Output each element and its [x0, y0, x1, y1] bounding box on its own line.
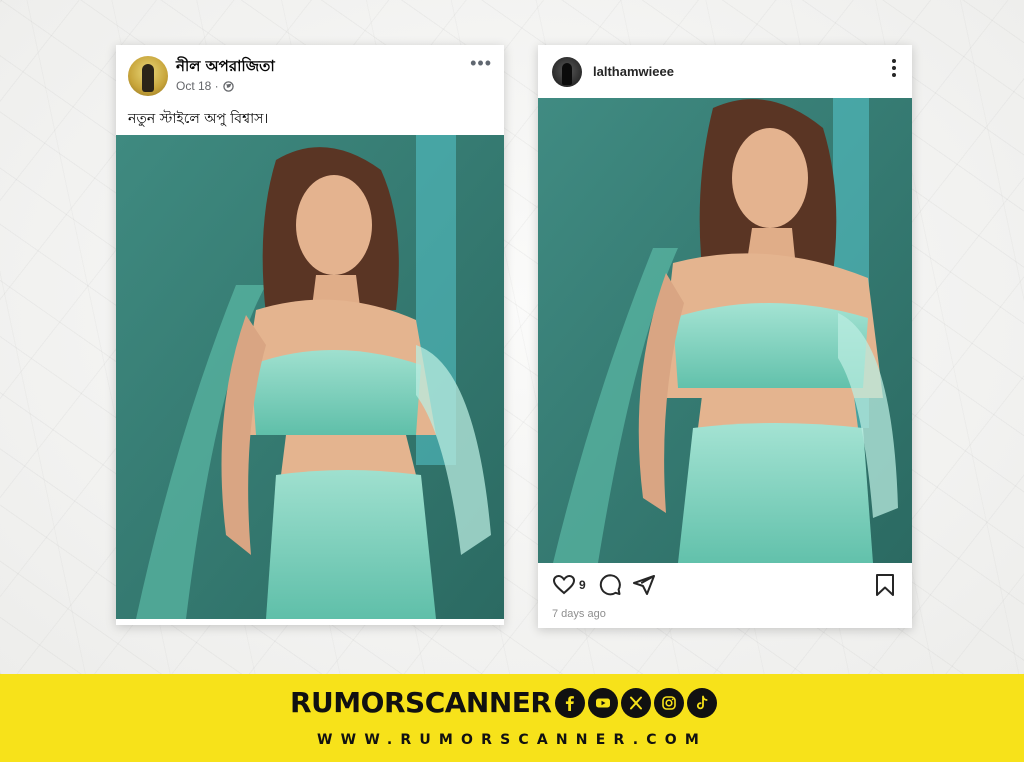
website-url[interactable]: WWW.RUMORSCANNER.COM	[0, 732, 1024, 748]
post-timestamp: 7 days ago	[552, 608, 606, 620]
brand-row: RUMORSCANNER	[290, 686, 718, 719]
instagram-post-card: lalthamwieee 9 7 days ago	[538, 45, 912, 628]
avatar[interactable]	[552, 57, 582, 87]
tiktok-icon[interactable]	[687, 687, 718, 718]
globe-icon	[222, 80, 234, 92]
share-icon[interactable]	[632, 573, 656, 597]
avatar[interactable]	[128, 56, 168, 96]
youtube-icon[interactable]	[588, 687, 619, 718]
author-name[interactable]: নীল অপরাজিতা	[176, 55, 275, 80]
social-links	[555, 687, 718, 718]
post-caption: নতুন স্টাইলে অপু বিশ্বাস।	[128, 111, 269, 127]
x-icon[interactable]	[621, 687, 652, 718]
bookmark-icon[interactable]	[874, 573, 896, 597]
instagram-icon[interactable]	[654, 687, 685, 718]
like-count[interactable]: 9	[579, 578, 586, 592]
post-date[interactable]: Oct 18 ·	[176, 79, 219, 93]
post-meta: Oct 18 ·	[176, 79, 234, 93]
comment-icon[interactable]	[598, 573, 622, 597]
post-photo[interactable]	[538, 98, 912, 563]
heart-icon[interactable]	[552, 573, 576, 597]
facebook-post-card: নীল অপরাজিতা Oct 18 · ••• নতুন স্টাইলে অ…	[116, 45, 504, 625]
more-dots-icon[interactable]: •••	[470, 53, 492, 74]
post-photo[interactable]	[116, 135, 504, 619]
brand-footer: RUMORSCANNER WWW.RUMORSCANNER.COM	[0, 674, 1024, 762]
action-bar: 9	[552, 573, 656, 597]
username[interactable]: lalthamwieee	[593, 64, 674, 79]
brand-logo[interactable]: RUMORSCANNER	[290, 686, 552, 719]
facebook-icon[interactable]	[555, 687, 586, 718]
more-dots-icon[interactable]	[892, 59, 896, 80]
